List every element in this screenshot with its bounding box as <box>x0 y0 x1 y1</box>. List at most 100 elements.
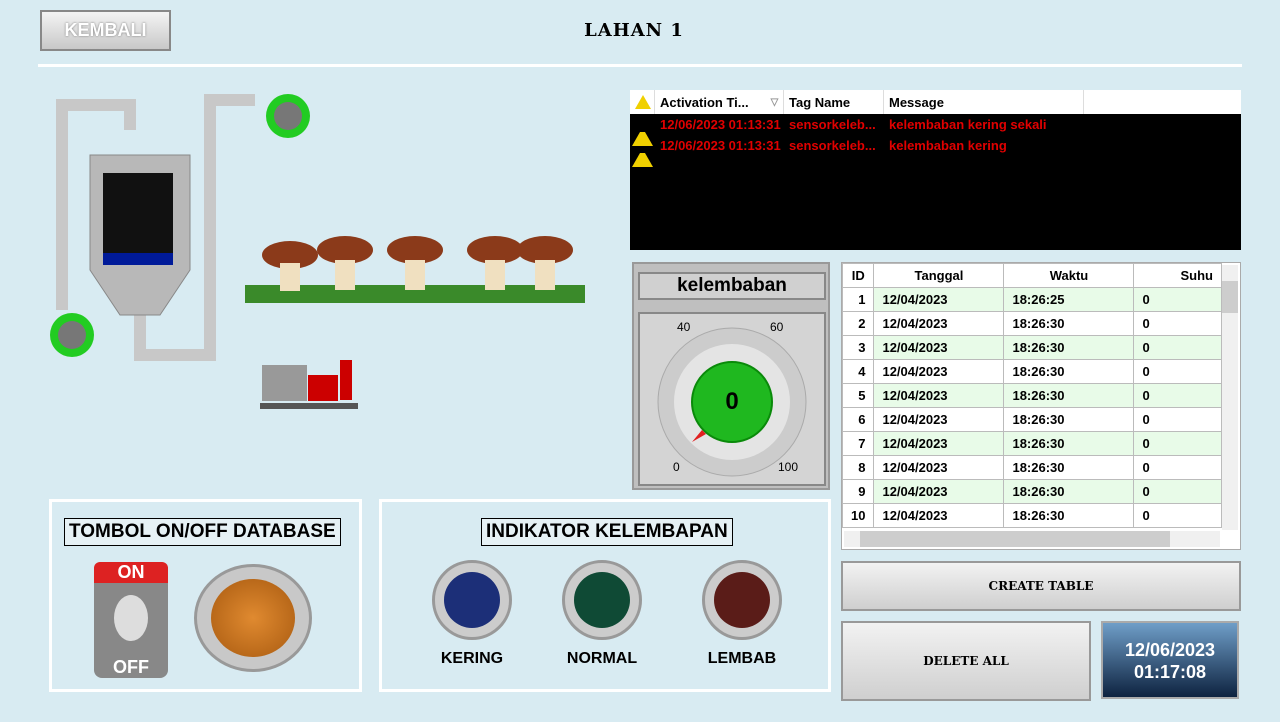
table-cell: 18:26:25 <box>1003 287 1135 312</box>
gauge-tick: 100 <box>778 460 799 474</box>
table-row[interactable]: 10 12/04/2023 18:26:30 0 <box>841 503 1222 528</box>
column-header-suhu[interactable]: Suhu <box>1133 263 1222 288</box>
column-header-id[interactable]: ID <box>841 263 875 288</box>
table-cell: 12/04/2023 <box>873 455 1005 480</box>
column-header-waktu[interactable]: Waktu <box>1003 263 1135 288</box>
table-cell: 12/04/2023 <box>873 431 1005 456</box>
alarm-tag: sensorkeleb... <box>789 138 876 153</box>
gauge-tick: 40 <box>677 320 691 334</box>
indicator-lamp-normal <box>562 560 642 640</box>
database-push-button[interactable] <box>194 564 312 672</box>
indicator-label: KERING <box>440 650 504 667</box>
create-table-button[interactable]: CREATE TABLE <box>841 561 1241 611</box>
datetime-display: 12/06/2023 01:17:08 <box>1101 621 1239 699</box>
table-cell: 0 <box>1133 383 1222 408</box>
table-cell: 2 <box>841 311 875 336</box>
time-text: 01:17:08 <box>1133 662 1207 682</box>
table-cell: 18:26:30 <box>1003 479 1135 504</box>
table-cell: 0 <box>1133 407 1222 432</box>
process-diagram <box>50 94 585 409</box>
table-row[interactable]: 1 12/04/2023 18:26:25 0 <box>841 287 1222 312</box>
table-cell: 18:26:30 <box>1003 383 1135 408</box>
table-cell: 6 <box>841 407 875 432</box>
table-cell: 12/04/2023 <box>873 407 1005 432</box>
table-cell: 9 <box>841 479 875 504</box>
table-row[interactable]: 4 12/04/2023 18:26:30 0 <box>841 359 1222 384</box>
vertical-scrollbar[interactable] <box>1222 265 1238 530</box>
pump-icon <box>260 360 358 409</box>
table-cell: 0 <box>1133 287 1222 312</box>
indicator-panel: INDIKATOR KELEMBAPAN KERING NORMAL LEMBAB <box>379 499 831 692</box>
divider <box>38 64 1242 67</box>
alarm-row[interactable]: 12/06/2023 01:13:31 sensorkeleb... kelemba… <box>630 114 1241 146</box>
table-row[interactable]: 8 12/04/2023 18:26:30 0 <box>841 455 1222 480</box>
column-header-tanggal[interactable]: Tanggal <box>873 263 1005 288</box>
table-cell: 12/04/2023 <box>873 359 1005 384</box>
table-cell: 7 <box>841 431 875 456</box>
column-header-tag-name[interactable]: Tag Name <box>784 90 884 114</box>
table-row[interactable]: 9 12/04/2023 18:26:30 0 <box>841 479 1222 504</box>
indicator-lamp-kering <box>432 560 512 640</box>
table-cell: 0 <box>1133 311 1222 336</box>
table-row[interactable]: 6 12/04/2023 18:26:30 0 <box>841 407 1222 432</box>
alarm-message: kelembaban kering sekali <box>889 117 1047 132</box>
table-cell: 0 <box>1133 479 1222 504</box>
table-cell: 18:26:30 <box>1003 407 1135 432</box>
fan-icon <box>266 94 310 138</box>
alarm-time: 12/06/2023 01:13:31 <box>660 117 781 132</box>
table-row[interactable]: 7 12/04/2023 18:26:30 0 <box>841 431 1222 456</box>
alarm-tag: sensorkeleb... <box>789 117 876 132</box>
horizontal-scrollbar[interactable] <box>844 531 1220 547</box>
table-cell: 12/04/2023 <box>873 335 1005 360</box>
database-panel: TOMBOL ON/OFF DATABASE ON OFF <box>49 499 362 692</box>
date-text: 12/06/2023 <box>1124 640 1216 660</box>
table-row[interactable]: 5 12/04/2023 18:26:30 0 <box>841 383 1222 408</box>
table-cell: 12/04/2023 <box>873 287 1005 312</box>
table-cell: 18:26:30 <box>1003 335 1135 360</box>
table-row[interactable]: 3 12/04/2023 18:26:30 0 <box>841 335 1222 360</box>
panel-title: INDIKATOR KELEMBAPAN <box>481 518 733 546</box>
table-cell: 10 <box>841 503 875 528</box>
indicator-label: NORMAL <box>566 650 638 667</box>
warning-icon <box>630 138 655 167</box>
table-row[interactable]: 2 12/04/2023 18:26:30 0 <box>841 311 1222 336</box>
gauge-value: 0 <box>725 388 739 415</box>
alarm-message: kelembaban kering <box>889 138 1007 153</box>
table-cell: 18:26:30 <box>1003 311 1135 336</box>
column-header-activation-time[interactable]: Activation Ti... ▽ <box>655 90 784 114</box>
table-cell: 0 <box>1133 359 1222 384</box>
table-cell: 18:26:30 <box>1003 431 1135 456</box>
warning-icon <box>630 117 655 146</box>
table-cell: 0 <box>1133 431 1222 456</box>
alarm-viewer[interactable]: Activation Ti... ▽ Tag Name Message 12/06… <box>630 90 1241 250</box>
data-table[interactable]: ID Tanggal Waktu Suhu 1 12/04/2023 18:26:25 0 2… <box>841 262 1241 550</box>
table-cell: 4 <box>841 359 875 384</box>
gauge-tick: 0 <box>673 460 680 474</box>
indicator-label: LEMBAB <box>707 650 777 667</box>
table-cell: 18:26:30 <box>1003 503 1135 528</box>
alarm-row[interactable]: 12/06/2023 01:13:31 sensorkeleb... kelemba… <box>630 135 1241 167</box>
table-cell: 1 <box>841 287 875 312</box>
table-cell: 12/04/2023 <box>873 503 1005 528</box>
table-cell: 0 <box>1133 335 1222 360</box>
fan-icon <box>50 313 94 357</box>
column-header-message[interactable]: Message <box>884 90 1084 114</box>
gauge-tick: 60 <box>770 320 784 334</box>
warning-icon <box>630 90 655 114</box>
off-label: OFF <box>113 657 149 677</box>
panel-title: TOMBOL ON/OFF DATABASE <box>64 518 341 546</box>
indicator-lamp-lembab <box>702 560 782 640</box>
table-cell: 18:26:30 <box>1003 455 1135 480</box>
mushroom-icon <box>245 236 585 303</box>
toggle-switch[interactable]: ON OFF <box>94 562 168 678</box>
humidity-gauge: kelembaban 40 60 0 100 0 <box>632 262 830 490</box>
table-cell: 0 <box>1133 503 1222 528</box>
alarm-time: 12/06/2023 01:13:31 <box>660 138 781 153</box>
delete-all-button[interactable]: DELETE ALL <box>841 621 1091 701</box>
table-cell: 5 <box>841 383 875 408</box>
table-cell: 8 <box>841 455 875 480</box>
table-cell: 3 <box>841 335 875 360</box>
table-cell: 12/04/2023 <box>873 311 1005 336</box>
table-cell: 12/04/2023 <box>873 383 1005 408</box>
page-title: LAHAN 1 <box>584 20 684 41</box>
